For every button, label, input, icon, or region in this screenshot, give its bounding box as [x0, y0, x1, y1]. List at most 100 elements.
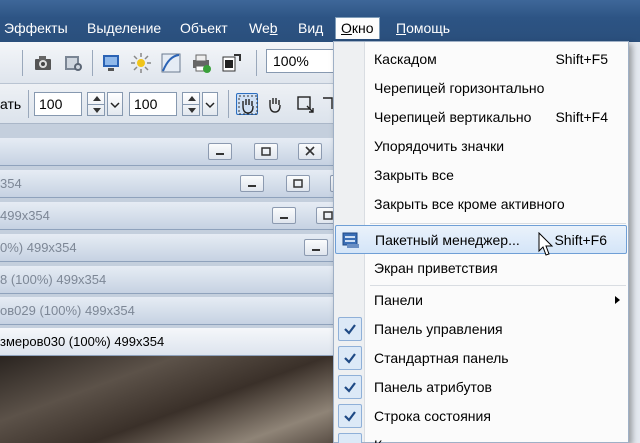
- menu-item-close-all-but-active[interactable]: Закрыть все кроме активного: [334, 190, 628, 219]
- batch-manager-icon: [341, 230, 361, 250]
- menu-item-label: Черепицей горизонтально: [374, 80, 545, 96]
- menu-view[interactable]: Вид: [294, 17, 327, 39]
- menu-item-status-bar[interactable]: Строка состояния: [334, 402, 628, 431]
- menu-item-label: Пакетный менеджер...: [375, 232, 520, 248]
- spin-up-icon: [188, 96, 196, 101]
- menu-effects[interactable]: Эффекты: [0, 17, 72, 39]
- chevron-down-icon: [205, 102, 215, 109]
- menu-window[interactable]: Окно: [335, 17, 380, 39]
- toolbar-divider: [22, 50, 23, 76]
- toolbar-divider: [92, 50, 93, 76]
- height-scale-input[interactable]: 100: [129, 92, 177, 116]
- menu-web-label: We: [249, 20, 270, 36]
- export-icon[interactable]: [220, 52, 242, 74]
- menu-item-tile-vertical[interactable]: Черепицей вертикально Shift+F4: [334, 103, 628, 132]
- menu-selection-label: Выделение: [87, 20, 162, 36]
- spin-down-icon: [188, 108, 196, 113]
- menu-item-label: Стандартная панель: [374, 350, 509, 366]
- width-scale-input[interactable]: 100: [34, 92, 82, 116]
- menu-web[interactable]: Web: [245, 17, 282, 39]
- document-window-title-bar[interactable]: 499x354: [0, 202, 360, 230]
- menu-item-arrange-icons[interactable]: Упорядочить значки: [334, 132, 628, 161]
- menu-item-panels[interactable]: Панели: [334, 286, 628, 315]
- menu-selection[interactable]: Выделение: [83, 17, 165, 39]
- menu-help[interactable]: Помощь: [392, 17, 454, 39]
- close-button[interactable]: [298, 143, 322, 160]
- minimize-button[interactable]: [240, 175, 264, 192]
- menu-item-label: Упорядочить значки: [374, 138, 505, 154]
- menu-effects-label: Эффекты: [4, 20, 68, 36]
- menu-item-label: Экран приветствия: [374, 260, 498, 276]
- document-title: ов029 (100%) 499x354: [0, 303, 135, 318]
- menu-help-label-accel: П: [396, 20, 407, 36]
- right-panel-edge: [628, 42, 640, 443]
- document-window-title-bar[interactable]: 0%) 499x354: [0, 234, 360, 262]
- active-document-title: змеров030 (100%) 499x354: [0, 334, 165, 349]
- menu-item-label: Каскадом: [374, 51, 437, 67]
- menu-item-standard-panel[interactable]: Стандартная панель: [334, 344, 628, 373]
- sun-icon[interactable]: [130, 52, 152, 74]
- document-title: 8 (100%) 499x354: [0, 272, 107, 287]
- restore-button[interactable]: [286, 175, 310, 192]
- scan-icon[interactable]: [62, 52, 84, 74]
- menu-item-batch-manager[interactable]: Пакетный менеджер... Shift+F6: [335, 225, 627, 254]
- document-title: 354: [0, 176, 22, 191]
- menu-item-label: К: [374, 431, 382, 443]
- menu-item-label: Панели: [374, 292, 423, 308]
- menu-item-partial[interactable]: К: [334, 431, 628, 443]
- minimize-button[interactable]: [208, 143, 232, 160]
- document-title: 0%) 499x354: [0, 240, 77, 255]
- submenu-arrow-icon: [615, 296, 620, 304]
- menu-item-label: Черепицей вертикально: [374, 109, 532, 125]
- document-window-title-bar[interactable]: [0, 138, 360, 166]
- toolbar-divider: [28, 90, 29, 118]
- menu-item-control-panel[interactable]: Панель управления: [334, 315, 628, 344]
- checkmark-icon: [338, 404, 362, 428]
- checkmark-icon: [338, 346, 362, 370]
- toolbar-divider: [256, 50, 257, 76]
- spin-down-icon: [93, 108, 101, 113]
- width-scale-dropdown[interactable]: [107, 92, 123, 116]
- crop-icon[interactable]: [294, 93, 316, 115]
- active-document-title-bar[interactable]: змеров030 (100%) 499x354: [0, 328, 360, 356]
- menu-web-label-accel: b: [269, 20, 278, 36]
- menu-item-label: Закрыть все кроме активного: [374, 196, 565, 212]
- menu-item-cascade[interactable]: Каскадом Shift+F5: [334, 45, 628, 74]
- menu-window-label: кно: [351, 20, 374, 36]
- menu-item-attributes-panel[interactable]: Панель атрибутов: [334, 373, 628, 402]
- document-image: [0, 356, 360, 443]
- height-scale-spinner[interactable]: [182, 92, 200, 116]
- minimize-button[interactable]: [304, 239, 328, 256]
- hand-tool-icon[interactable]: [236, 93, 258, 115]
- hand-select-icon[interactable]: [264, 93, 286, 115]
- menu-object[interactable]: Объект: [176, 17, 232, 39]
- menu-item-welcome-screen[interactable]: Экран приветствия: [334, 254, 628, 283]
- screen-capture-icon[interactable]: [100, 52, 122, 74]
- chevron-down-icon: [110, 102, 120, 109]
- restore-button[interactable]: [254, 143, 278, 160]
- menu-item-tile-horizontal[interactable]: Черепицей горизонтально: [334, 74, 628, 103]
- checkmark-icon: [338, 375, 362, 399]
- scale-label: ать: [0, 96, 22, 112]
- document-window-title-bar[interactable]: 354: [0, 170, 360, 198]
- document-window-title-bar[interactable]: ов029 (100%) 499x354: [0, 297, 360, 325]
- menu-item-close-all[interactable]: Закрыть все: [334, 161, 628, 190]
- document-title: 499x354: [0, 208, 50, 223]
- menu-window-label-accel: О: [341, 20, 352, 36]
- height-scale-dropdown[interactable]: [202, 92, 218, 116]
- menu-object-label: Объект: [180, 20, 228, 36]
- menu-item-shortcut: Shift+F4: [555, 109, 608, 125]
- menu-item-label: Панель атрибутов: [374, 379, 492, 395]
- spin-up-icon: [93, 96, 101, 101]
- menu-separator: [370, 223, 626, 224]
- print-icon[interactable]: [190, 52, 212, 74]
- curve-icon[interactable]: [160, 52, 182, 74]
- zoom-level-field[interactable]: 100%: [266, 49, 336, 73]
- camera-icon[interactable]: [32, 52, 54, 74]
- width-scale-spinner[interactable]: [87, 92, 105, 116]
- menu-item-label: Панель управления: [374, 321, 503, 337]
- minimize-button[interactable]: [272, 207, 296, 224]
- document-window-title-bar[interactable]: 8 (100%) 499x354: [0, 266, 360, 294]
- menu-help-label: омощь: [406, 20, 451, 36]
- toolbar-divider: [228, 90, 229, 118]
